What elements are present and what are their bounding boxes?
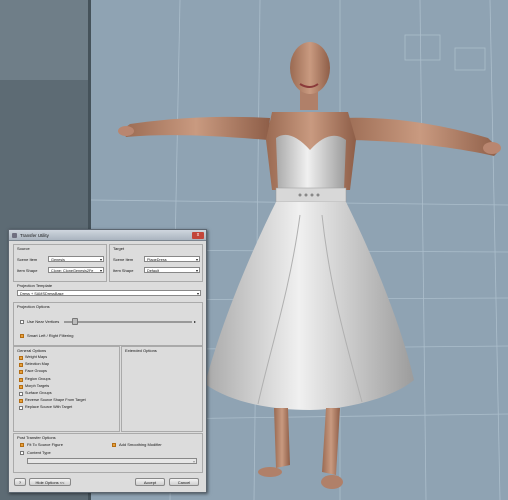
chevron-down-icon: ▾: [195, 268, 198, 273]
target-item-shape-value: Default: [147, 269, 160, 273]
content-type-checkbox[interactable]: [20, 451, 24, 455]
general-option-checkbox[interactable]: [19, 370, 23, 375]
slider-arrow-icon[interactable]: ▸: [194, 319, 196, 324]
target-group: Target Scene Item PlageDress ▾ Item Shape…: [109, 244, 203, 282]
accept-button[interactable]: Accept: [135, 478, 165, 486]
slider-handle[interactable]: [72, 318, 78, 325]
target-item-shape-label: Item Shape: [113, 268, 134, 273]
general-option-checkbox[interactable]: [19, 392, 23, 396]
projection-options-heading: Projection Options: [17, 304, 50, 309]
source-scene-item-select[interactable]: Genesis ▾: [48, 256, 104, 262]
transfer-utility-dialog: Transfer Utility x Source Scene Item Gen…: [8, 229, 207, 493]
extended-options-group: Extended Options: [121, 346, 203, 432]
app-icon: [12, 232, 17, 238]
fit-to-source-label: Fit To Source Figure: [27, 442, 63, 447]
dialog-title: Transfer Utility: [20, 232, 49, 238]
general-option-label: Reverse Source Shape From Target: [25, 398, 86, 403]
source-item-shape-value: Clone: CloneGenesis2Fe: [51, 269, 94, 273]
general-option-label: Selection Map: [25, 362, 50, 367]
source-group: Source Scene Item Genesis ▾ Item Shape Cl…: [13, 244, 107, 282]
post-transfer-heading: Post Transfer Options: [17, 435, 56, 440]
help-button[interactable]: ?: [14, 478, 26, 486]
content-type-select[interactable]: ▾: [27, 458, 197, 464]
source-scene-item-value: Genesis: [51, 258, 65, 262]
general-option-label: Replace Source With Target: [25, 405, 73, 410]
general-options-heading: General Options: [17, 348, 47, 353]
use-near-vertices-label: Use Near Vertices: [27, 319, 60, 324]
add-smoothing-label: Add Smoothing Modifier: [119, 442, 162, 447]
target-scene-item-value: PlageDress: [147, 258, 167, 262]
target-scene-item-select[interactable]: PlageDress ▾: [144, 256, 200, 262]
general-option-label: Surface Groups: [25, 391, 52, 395]
general-option-checkbox[interactable]: [19, 406, 23, 411]
general-option-checkbox[interactable]: [19, 384, 23, 389]
near-vertices-slider[interactable]: [64, 321, 192, 323]
chevron-down-icon: ▾: [99, 268, 102, 273]
dialog-titlebar[interactable]: Transfer Utility x: [9, 230, 206, 241]
chevron-down-icon: ▾: [195, 257, 198, 262]
cancel-button[interactable]: Cancel: [169, 478, 199, 486]
fit-to-source-checkbox[interactable]: [20, 443, 24, 447]
general-option-label: Morph Targets: [25, 383, 50, 388]
target-heading: Target: [113, 246, 125, 251]
general-option-label: Region Groups: [25, 376, 51, 381]
general-option-checkbox[interactable]: [19, 363, 23, 368]
source-scene-item-label: Scene Item: [17, 257, 38, 262]
smart-filtering-label: Smart Left / Right Filtering: [27, 333, 74, 338]
smart-filtering-checkbox[interactable]: [20, 334, 24, 338]
hide-options-button[interactable]: Hide Options <<: [29, 478, 71, 486]
use-near-vertices-checkbox[interactable]: [20, 320, 24, 324]
source-item-shape-label: Item Shape: [17, 268, 38, 273]
content-type-label: Content Type: [27, 450, 51, 455]
figure-skirt: [205, 202, 414, 410]
target-scene-item-label: Scene Item: [113, 257, 134, 262]
chevron-down-icon: ▾: [192, 459, 195, 464]
general-option-label: Face Groups: [25, 369, 47, 374]
add-smoothing-checkbox[interactable]: [112, 443, 116, 447]
chevron-down-icon: ▾: [196, 291, 199, 296]
close-button[interactable]: x: [192, 231, 204, 239]
projection-template-select[interactable]: Dress + SAMSDressBase ▾: [17, 290, 201, 296]
source-heading: Source: [17, 246, 30, 251]
chevron-down-icon: ▾: [99, 257, 102, 262]
extended-options-heading: Extended Options: [125, 348, 157, 353]
projection-options-group: Projection Options Use Near Vertices ▸ S…: [13, 302, 203, 346]
source-item-shape-select[interactable]: Clone: CloneGenesis2Fe ▾: [48, 267, 104, 273]
general-option-checkbox[interactable]: [19, 356, 23, 360]
general-option-checkbox[interactable]: [19, 399, 23, 404]
figure-torso: [266, 112, 356, 203]
target-item-shape-select[interactable]: Default ▾: [144, 267, 200, 273]
figure-head: [290, 42, 330, 110]
projection-template-heading: Projection Template: [17, 283, 53, 288]
projection-template-value: Dress + SAMSDressBase: [20, 292, 64, 296]
figure-legs: [258, 408, 343, 489]
general-option-checkbox[interactable]: [19, 377, 23, 382]
post-transfer-group: Post Transfer Options Fit To Source Figu…: [13, 433, 203, 473]
general-option-label: Weight Maps: [25, 355, 48, 359]
